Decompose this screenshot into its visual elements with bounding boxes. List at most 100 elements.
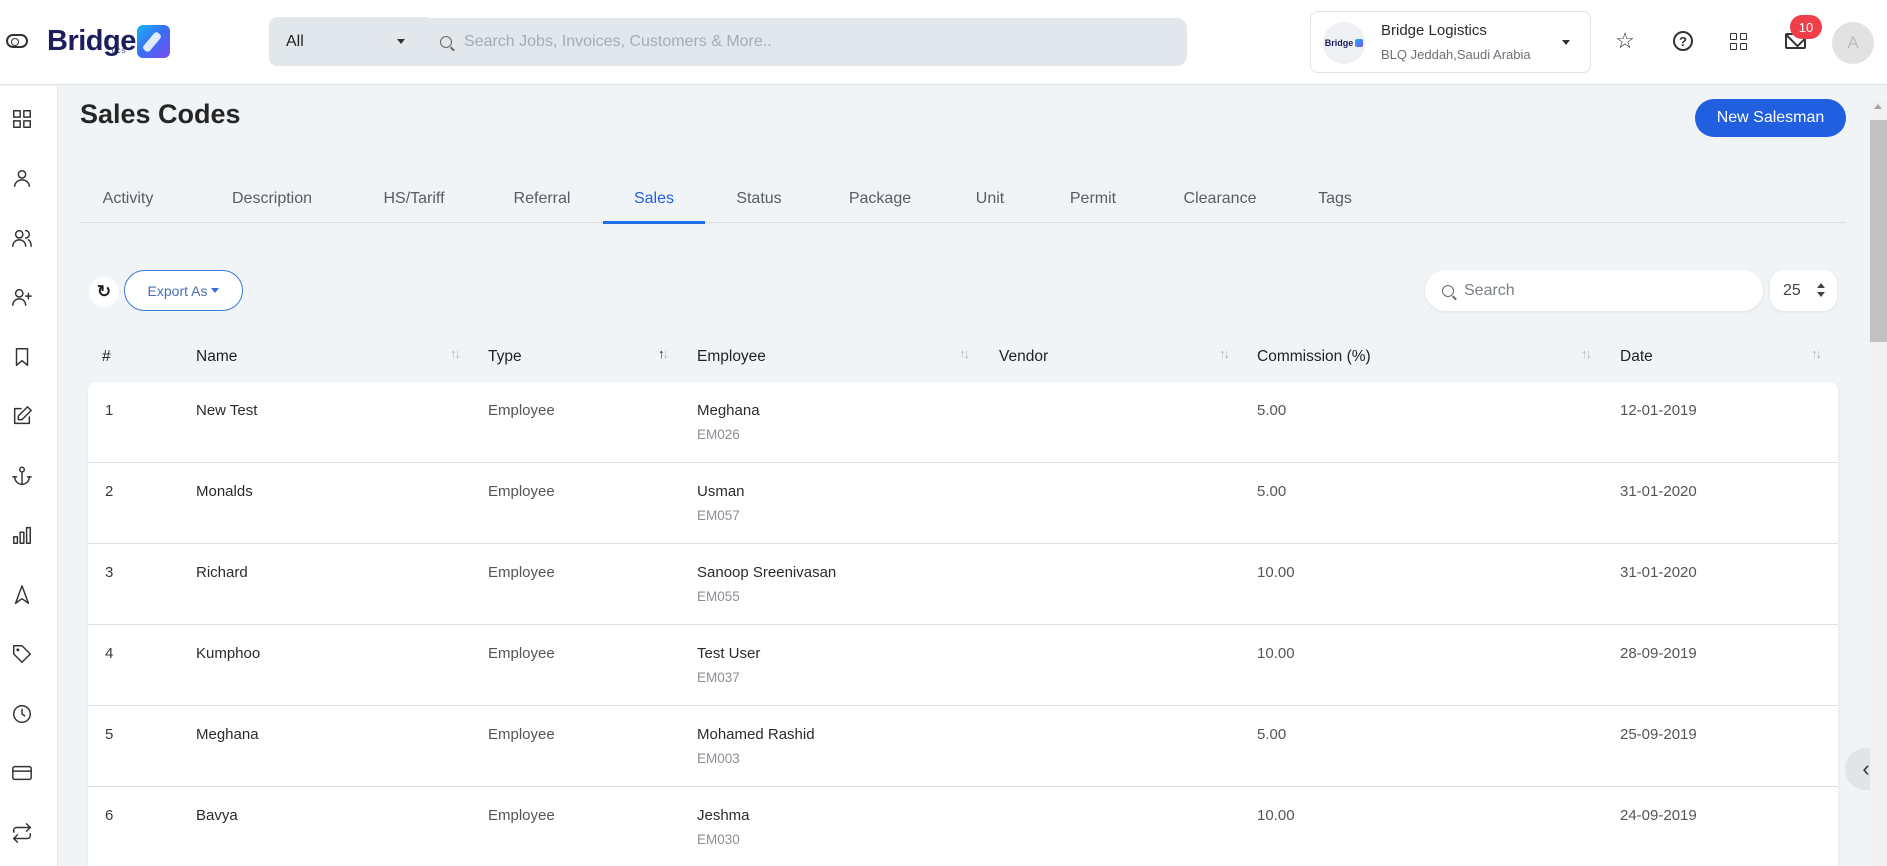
apps-button[interactable] [1725,28,1751,54]
employee-code: EM057 [697,508,740,523]
sidebar-item-navigation[interactable] [10,583,34,607]
table-row[interactable]: 4 Kumphoo Employee Test User EM037 10.00… [88,625,1838,706]
employee-name: Sanoop Sreenivasan [697,564,837,581]
page-size-select[interactable]: 25 [1770,270,1837,311]
row-number: 4 [105,645,114,662]
apps-grid-icon [1729,32,1747,50]
sort-icon[interactable]: ↑↓ [959,346,970,361]
bar-chart-icon [13,526,31,544]
row-number: 3 [105,564,114,581]
anchor-icon [12,466,32,485]
table-row[interactable]: 6 Bavya Employee Jeshma EM030 10.00 24-0… [88,787,1838,866]
brand-logo[interactable]: Bridge [47,22,170,60]
salesman-type: Employee [488,645,555,662]
tab-permit[interactable]: Permit [1067,175,1119,223]
sort-icon[interactable]: ↑↓ [1811,346,1822,361]
tab-referral[interactable]: Referral [510,175,574,223]
scroll-up-arrow-icon[interactable] [1874,104,1882,109]
sidebar-item-users[interactable] [10,226,34,250]
sidebar-item-payments[interactable] [10,761,34,785]
company-logo: Bridge [1323,22,1365,64]
company-switcher[interactable]: Bridge Bridge Logistics BLQ Jeddah,Saudi… [1310,11,1591,73]
search-scope-select[interactable]: All [269,17,429,66]
table-row[interactable]: 5 Meghana Employee Mohamed Rashid EM003 … [88,706,1838,787]
sort-icon[interactable]: ↑↓ [450,346,461,361]
salesman-name[interactable]: Richard [196,564,248,581]
table-row[interactable]: 2 Monalds Employee Usman EM057 5.00 31-0… [88,463,1838,544]
tab-unit[interactable]: Unit [972,175,1008,223]
salesman-name[interactable]: New Test [196,402,257,419]
edit-icon [13,406,32,425]
employee-name: Mohamed Rashid [697,726,815,743]
row-number: 1 [105,402,114,419]
tag-icon [13,645,31,663]
refresh-icon: ↻ [96,282,112,301]
tab-activity[interactable]: Activity [96,175,160,223]
search-scope-value: All [286,32,304,50]
sidebar-item-anchor[interactable] [10,464,34,488]
column-header-vendor[interactable]: Vendor [999,348,1048,366]
tab-sales[interactable]: Sales [603,175,705,224]
sidebar-item-tags[interactable] [10,642,34,666]
refresh-button[interactable]: ↻ [89,277,119,307]
global-search-input[interactable] [464,33,1144,51]
salesman-name[interactable]: Monalds [196,483,253,500]
user-avatar[interactable]: A [1832,22,1874,64]
table-row[interactable]: 3 Richard Employee Sanoop Sreenivasan EM… [88,544,1838,625]
tab-bar: Activity Description HS/Tariff Referral … [80,175,1846,224]
tab-status[interactable]: Status [732,175,786,223]
sidebar-item-dashboard[interactable] [10,107,34,131]
company-logo-text: Bridge [1324,38,1354,48]
table-search-box[interactable] [1425,270,1763,311]
salesman-name[interactable]: Meghana [196,726,259,743]
page-scrollbar[interactable] [1870,100,1887,866]
global-search-bar[interactable] [425,18,1187,66]
sidebar-item-add-user[interactable] [10,285,34,309]
sort-ascending-icon[interactable]: ↑↓ [658,346,669,361]
date-value: 24-09-2019 [1620,807,1697,824]
sidebar-item-bookmarks[interactable] [10,345,34,369]
tab-description[interactable]: Description [227,175,317,223]
sidebar-item-edit[interactable] [10,404,34,428]
column-header-employee[interactable]: Employee [697,348,766,366]
sort-icon[interactable]: ↑↓ [1219,346,1230,361]
tab-package[interactable]: Package [848,175,912,223]
table-search-input[interactable] [1464,281,1744,300]
commission-value: 10.00 [1257,564,1295,581]
employee-name: Usman [697,483,745,500]
salesman-name[interactable]: Kumphoo [196,645,260,662]
sidebar-item-user[interactable] [10,166,34,190]
repeat-icon [13,823,31,843]
notification-badge: 10 [1790,15,1822,39]
salesman-type: Employee [488,726,555,743]
sidebar-toggle-icon[interactable] [6,34,28,48]
sales-table: 1 New Test Employee Meghana EM026 5.00 1… [88,382,1838,866]
tab-hs-tariff[interactable]: HS/Tariff [379,175,449,223]
column-header-date[interactable]: Date [1620,348,1653,366]
date-value: 28-09-2019 [1620,645,1697,662]
help-button[interactable]: ? [1670,28,1696,54]
tab-tags[interactable]: Tags [1317,175,1353,223]
row-number: 6 [105,807,114,824]
sort-icon[interactable]: ↑↓ [1581,346,1592,361]
sidebar-item-history[interactable] [10,702,34,726]
employee-name: Meghana [697,402,760,419]
table-header: # Name ↑↓ Type ↑↓ Employee ↑↓ Vendor ↑↓ … [88,340,1838,380]
clock-icon [13,705,31,723]
scrollbar-thumb[interactable] [1870,120,1887,342]
new-salesman-button[interactable]: New Salesman [1695,99,1846,137]
sidebar-item-reports[interactable] [10,523,34,547]
favorites-button[interactable]: ☆ [1612,28,1638,54]
salesman-type: Employee [488,807,555,824]
sidebar-item-transfers[interactable] [10,821,34,845]
table-row[interactable]: 1 New Test Employee Meghana EM026 5.00 1… [88,382,1838,463]
company-location: BLQ Jeddah,Saudi Arabia [1381,47,1531,62]
salesman-type: Employee [488,483,555,500]
column-header-commission[interactable]: Commission (%) [1257,348,1371,366]
column-header-type[interactable]: Type [488,348,522,366]
salesman-name[interactable]: Bavya [196,807,238,824]
help-icon: ? [1673,31,1693,51]
column-header-name[interactable]: Name [196,348,237,366]
export-as-button[interactable]: Export As [124,270,243,311]
tab-clearance[interactable]: Clearance [1182,175,1258,223]
